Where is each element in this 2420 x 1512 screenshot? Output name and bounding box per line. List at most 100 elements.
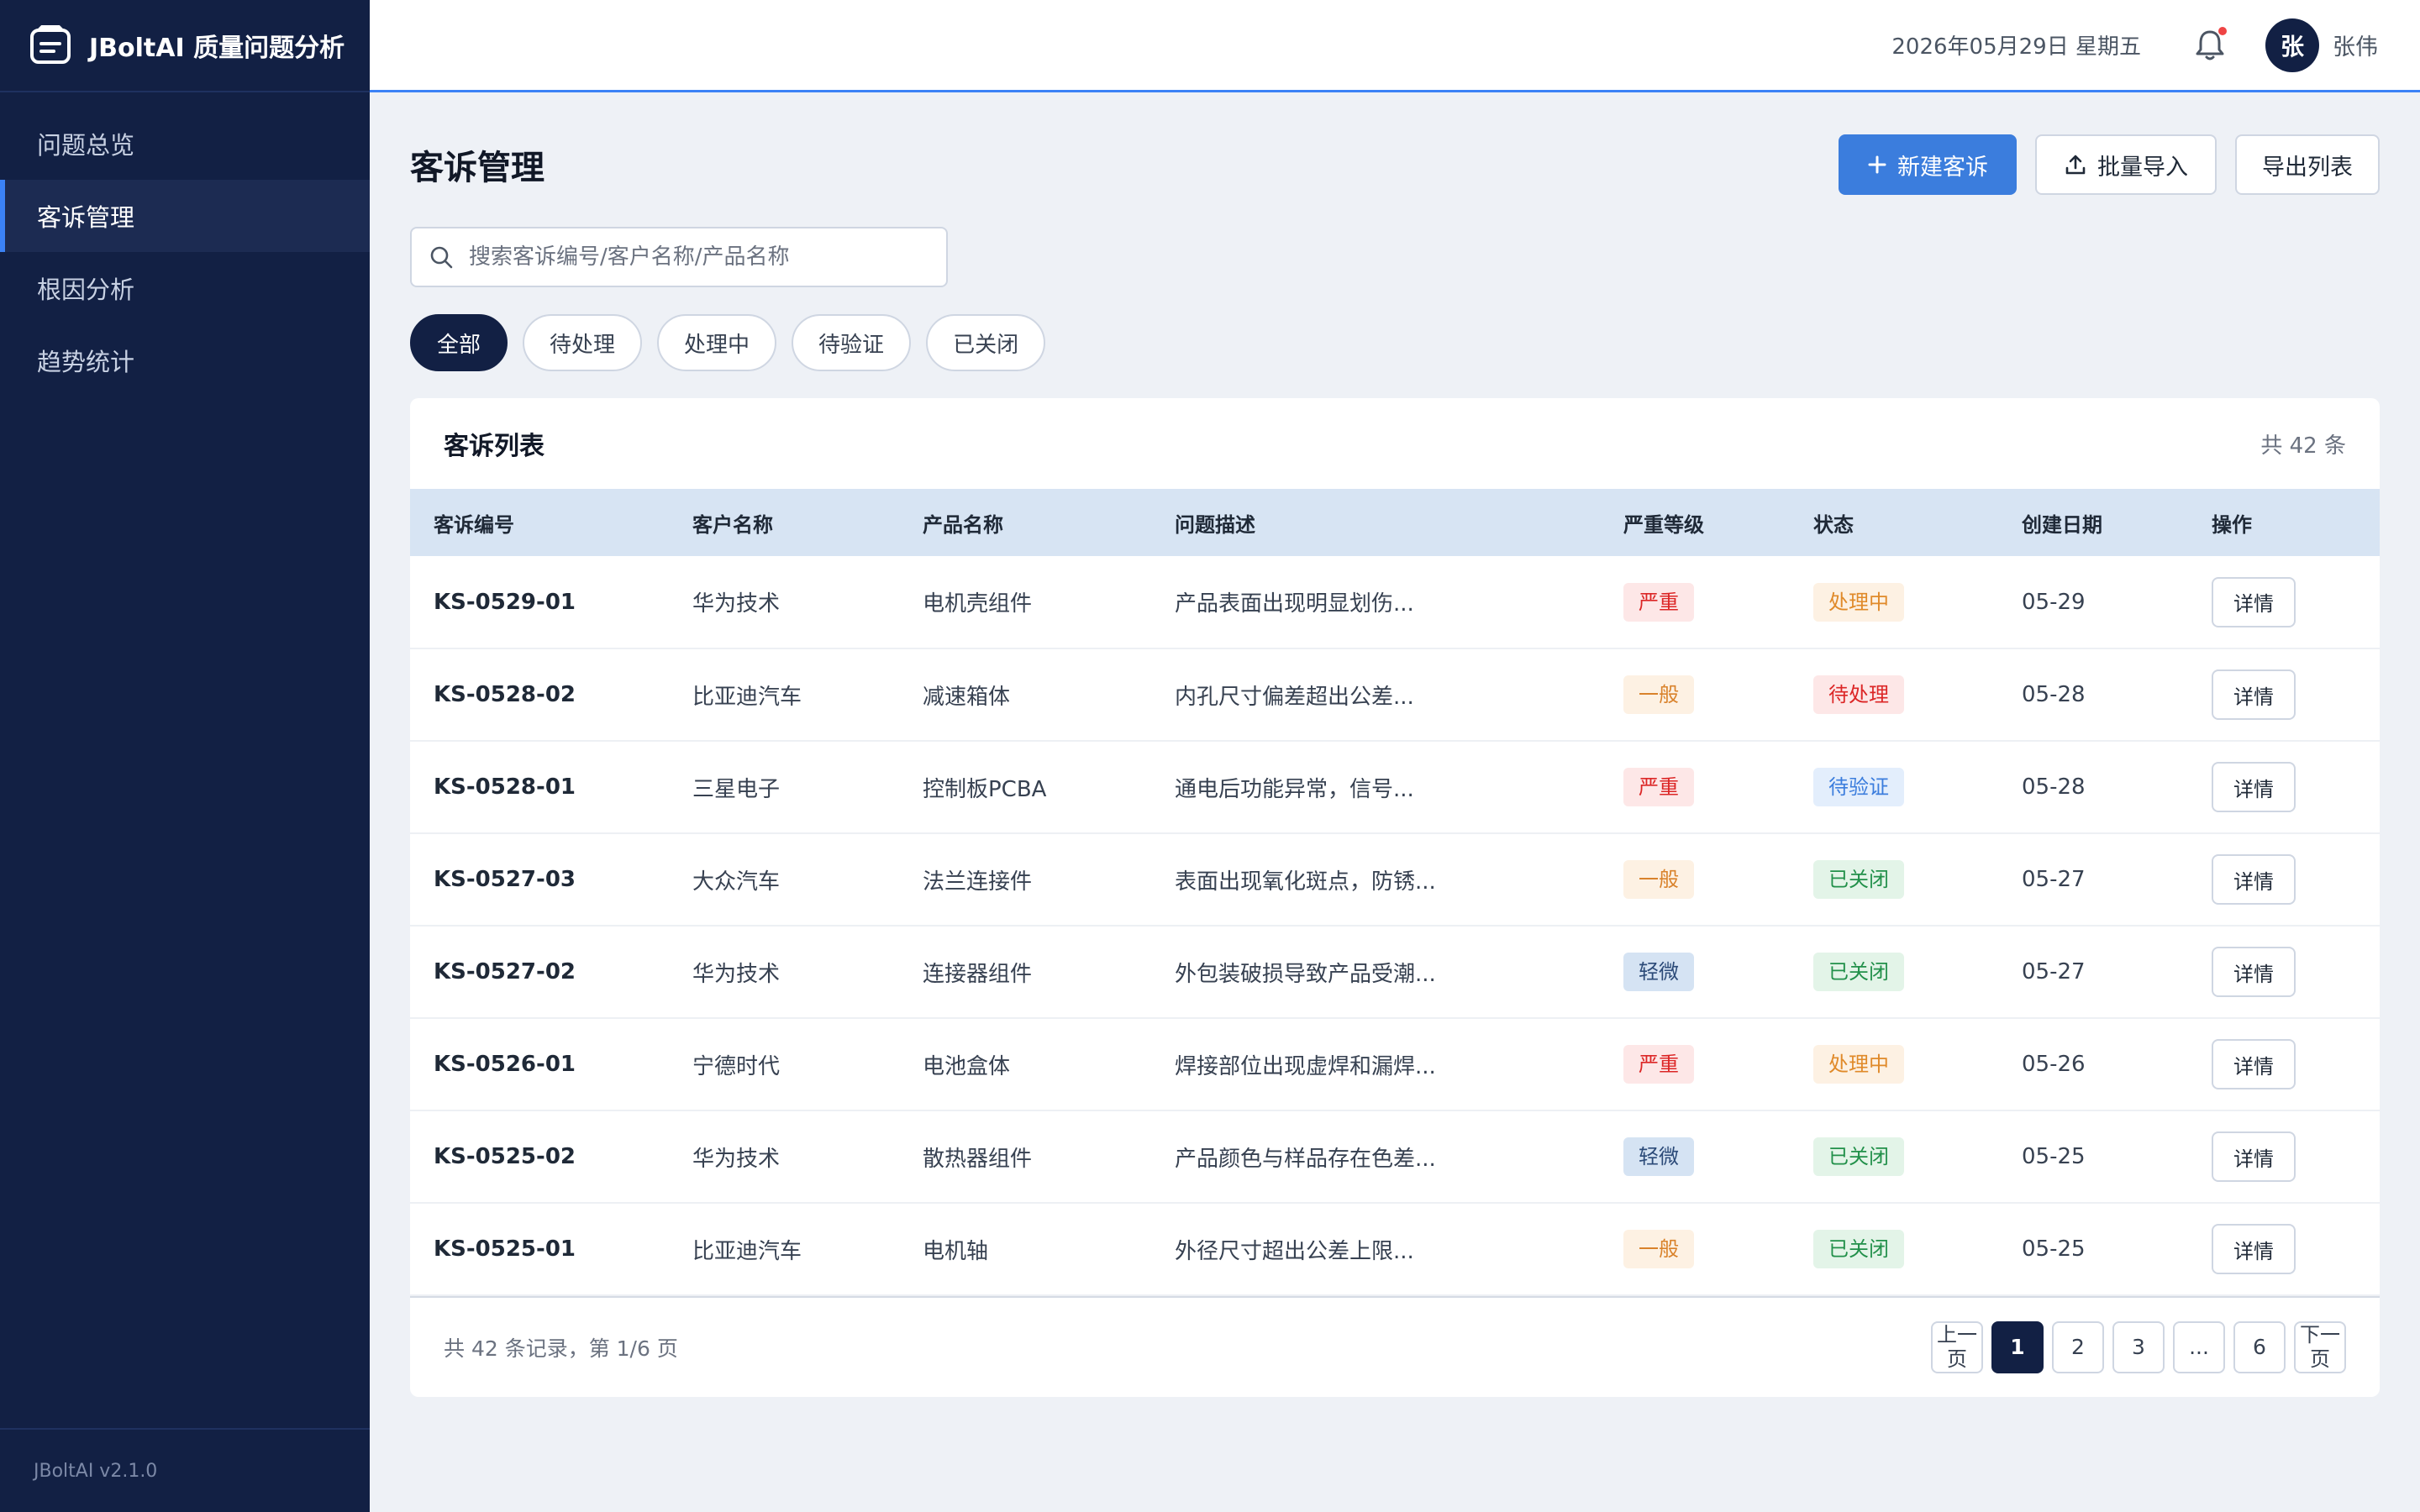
cell-customer-name: 华为技术 [692,961,781,987]
cell-product-name: 电机壳组件 [923,591,1033,617]
cell-created-date: 05-27 [2022,867,2086,892]
status-badge: 处理中 [1813,582,1904,622]
cell-severity: 一般 [1600,833,1790,926]
brand: JBoltAI 质量问题分析 [0,0,370,92]
table-row[interactable]: KS-0525-01 比亚迪汽车 电机轴 外径尺寸超出公差上限... 一般 已关闭 05-2… [410,1203,2380,1295]
search-box[interactable] [410,227,948,287]
column-header[interactable]: 客诉编号 [410,489,669,556]
sidebar: JBoltAI 质量问题分析 问题总览 客诉管理 根因分析 趋势统计 JBolt… [0,0,370,1512]
filter-all[interactable]: 全部 [410,314,508,371]
detail-button[interactable]: 详情 [2212,1224,2296,1274]
cell-description: 焊接部位出现虚焊和漏焊... [1175,1053,1436,1079]
detail-button[interactable]: 详情 [2212,762,2296,812]
status-badge: 待验证 [1813,768,1904,806]
detail-button[interactable]: 详情 [2212,854,2296,905]
cell-complaint-code: KS-0526-01 [434,1052,576,1077]
cell-description: 外径尺寸超出公差上限... [1175,1238,1414,1264]
cell-product-name: 控制板PCBA [923,776,1047,802]
new-complaint-button[interactable]: 新建客诉 [1839,134,2017,195]
table-row[interactable]: KS-0525-02 华为技术 散热器组件 产品颜色与样品存在色差... 轻微 已关闭 05… [410,1110,2380,1203]
table-row[interactable]: KS-0527-03 大众汽车 法兰连接件 表面出现氧化斑点，防锈... 一般 已关闭 05… [410,833,2380,926]
card-header: 客诉列表 共 42 条 [410,398,2380,489]
detail-button[interactable]: 详情 [2212,669,2296,720]
status-filters: 全部 待处理 处理中 待验证 已关闭 [410,314,2380,371]
username[interactable]: 张伟 [2333,29,2378,61]
next-page-button[interactable]: 下一页 [2294,1321,2346,1373]
table-row[interactable]: KS-0528-02 比亚迪汽车 减速箱体 内孔尺寸偏差超出公差... 一般 待处理 05-… [410,648,2380,741]
table-row[interactable]: KS-0526-01 宁德时代 电池盒体 焊接部位出现虚焊和漏焊... 严重 处理中 05-… [410,1018,2380,1110]
column-header[interactable]: 客户名称 [669,489,899,556]
page-button-2[interactable]: 2 [2052,1321,2104,1373]
cell-customer-name: 大众汽车 [692,869,781,895]
main-content: 客诉管理 新建客诉 批量导入 导出列表 全部 待处理 处理中 待验证 已关闭 客… [410,134,2380,1397]
detail-button[interactable]: 详情 [2212,1131,2296,1182]
cell-created-date: 05-28 [2022,682,2086,707]
filter-pending[interactable]: 待处理 [523,314,643,371]
column-header[interactable]: 创建日期 [1998,489,2188,556]
sidebar-item-overview[interactable]: 问题总览 [0,108,370,180]
status-badge: 处理中 [1813,1045,1904,1084]
cell-complaint-code: KS-0528-02 [434,682,576,707]
cell-product-name: 减速箱体 [923,684,1011,710]
page-button-6[interactable]: 6 [2233,1321,2286,1373]
pagination-bar: 共 42 条记录，第 1/6 页 上一页 1 2 3 ... 6 下一页 [410,1296,2380,1397]
cell-severity: 严重 [1600,1018,1790,1110]
column-header[interactable]: 严重等级 [1600,489,1790,556]
cell-created-date: 05-29 [2022,589,2086,615]
avatar[interactable]: 张 [2265,18,2319,72]
cell-action: 详情 [2188,1203,2380,1295]
export-list-label: 导出列表 [2262,154,2353,181]
cell-customer-name: 华为技术 [692,1146,781,1172]
sidebar-item-trends[interactable]: 趋势统计 [0,324,370,396]
table-row[interactable]: KS-0527-02 华为技术 连接器组件 外包装破损导致产品受潮... 轻微 已关闭 05… [410,926,2380,1018]
cell-complaint-code: KS-0525-01 [434,1236,576,1262]
notification-button[interactable] [2191,26,2228,64]
page-button-1[interactable]: 1 [1991,1321,2044,1373]
pager: 上一页 1 2 3 ... 6 下一页 [1931,1321,2346,1373]
cell-created-date: 05-26 [2022,1052,2086,1077]
sidebar-item-label: 客诉管理 [37,203,135,232]
record-count: 共 42 条 [2260,433,2346,459]
table-row[interactable]: KS-0529-01 华为技术 电机壳组件 产品表面出现明显划伤... 严重 处理中 05-… [410,556,2380,648]
cell-action: 详情 [2188,556,2380,648]
batch-import-label: 批量导入 [2097,154,2188,181]
cell-action: 详情 [2188,648,2380,741]
cell-severity: 严重 [1600,741,1790,833]
cell-complaint-code: KS-0527-02 [434,959,576,984]
cell-complaint-code: KS-0525-02 [434,1144,576,1169]
column-header[interactable]: 问题描述 [1151,489,1600,556]
status-badge: 待处理 [1813,675,1904,714]
column-header[interactable]: 产品名称 [899,489,1151,556]
page-button-3[interactable]: 3 [2112,1321,2165,1373]
cell-customer-name: 华为技术 [692,591,781,617]
cell-complaint-code: KS-0528-01 [434,774,576,800]
status-badge: 已关闭 [1813,1137,1904,1176]
detail-button[interactable]: 详情 [2212,1039,2296,1089]
export-list-button[interactable]: 导出列表 [2235,134,2380,195]
detail-button[interactable]: 详情 [2212,576,2296,627]
sidebar-item-root-cause[interactable]: 根因分析 [0,252,370,324]
cell-complaint-code: KS-0527-03 [434,867,576,892]
table-row[interactable]: KS-0528-01 三星电子 控制板PCBA 通电后功能异常，信号... 严重 待验证 0… [410,741,2380,833]
page-ellipsis[interactable]: ... [2173,1321,2225,1373]
batch-import-button[interactable]: 批量导入 [2035,134,2217,195]
severity-badge: 轻微 [1623,1137,1694,1176]
cell-created-date: 05-25 [2022,1144,2086,1169]
severity-badge: 一般 [1623,860,1694,899]
column-header[interactable]: 状态 [1790,489,1998,556]
cell-customer-name: 比亚迪汽车 [692,684,802,710]
detail-button[interactable]: 详情 [2212,947,2296,997]
cell-action: 详情 [2188,926,2380,1018]
filter-closed[interactable]: 已关闭 [926,314,1046,371]
severity-badge: 轻微 [1623,953,1694,991]
cell-product-name: 电机轴 [923,1238,989,1264]
prev-page-button[interactable]: 上一页 [1931,1321,1983,1373]
filter-verify[interactable]: 待验证 [792,314,912,371]
title-row: 客诉管理 新建客诉 批量导入 导出列表 [410,134,2380,195]
cell-action: 详情 [2188,741,2380,833]
header-date: 2026年05月29日 星期五 [1891,34,2141,60]
sidebar-item-complaints[interactable]: 客诉管理 [0,180,370,252]
filter-processing[interactable]: 处理中 [657,314,777,371]
search-input[interactable] [469,244,939,270]
sidebar-item-label: 趋势统计 [37,348,135,376]
